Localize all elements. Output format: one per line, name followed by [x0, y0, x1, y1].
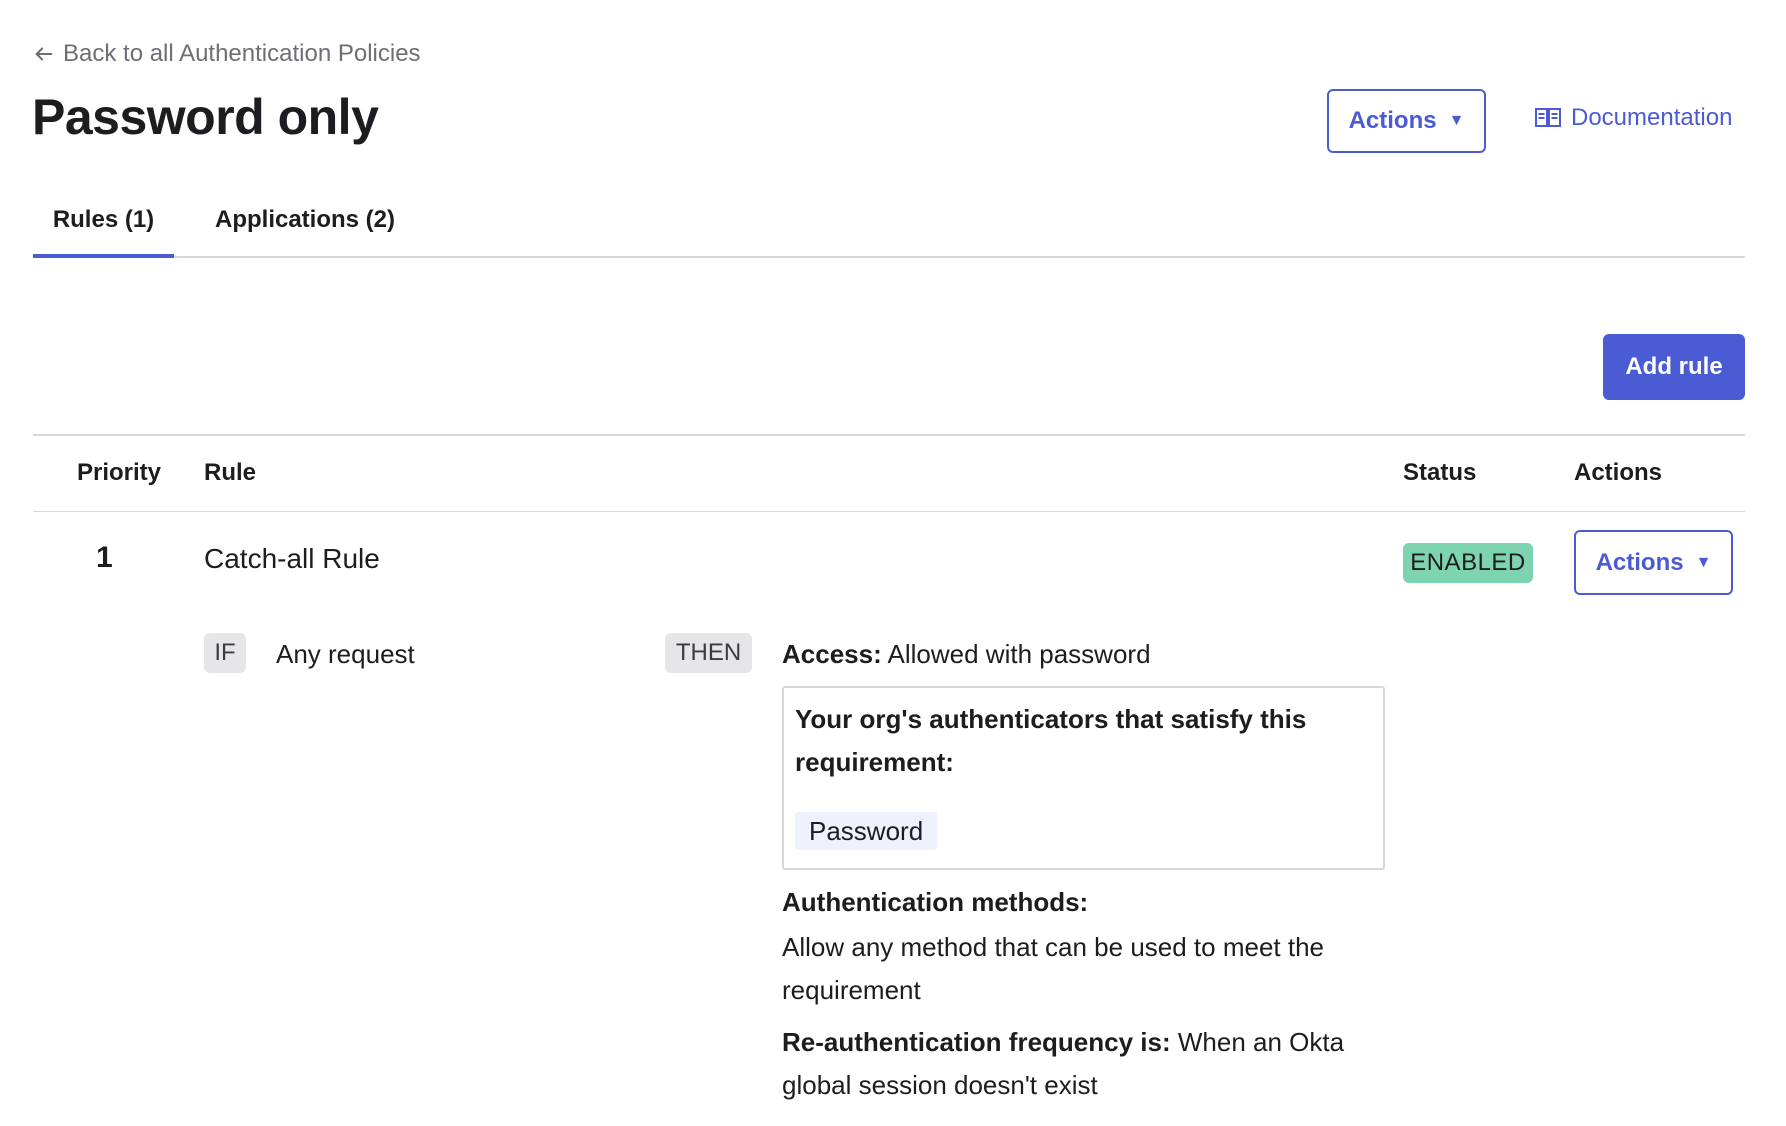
- back-link-label: Back to all Authentication Policies: [63, 40, 421, 67]
- column-header-status: Status: [1403, 459, 1477, 486]
- reauth-label: Re-authentication frequency is:: [782, 1027, 1171, 1057]
- book-icon: [1535, 108, 1561, 127]
- caret-down-icon: ▼: [1695, 553, 1712, 571]
- documentation-link[interactable]: Documentation: [1535, 104, 1732, 132]
- rule-actions-button[interactable]: Actions ▼: [1574, 530, 1733, 595]
- column-header-actions: Actions: [1574, 459, 1663, 486]
- rule-actions-label: Actions: [1595, 548, 1684, 576]
- reauth-line: Re-authentication frequency is: When an …: [782, 1021, 1382, 1107]
- policy-actions-label: Actions: [1348, 107, 1437, 134]
- methods-label: Authentication methods:: [782, 887, 1089, 917]
- policy-actions-button[interactable]: Actions ▼: [1327, 89, 1486, 153]
- page-title: Password only: [32, 89, 379, 145]
- then-pill: THEN: [665, 633, 752, 673]
- rule-priority: 1: [96, 541, 113, 574]
- add-rule-button[interactable]: Add rule: [1603, 334, 1745, 400]
- access-value: Allowed with password: [887, 639, 1151, 669]
- tab-bar: Rules (1) Applications (2): [33, 196, 1745, 258]
- access-line: Access: Allowed with password: [782, 639, 1151, 670]
- documentation-label: Documentation: [1571, 104, 1733, 131]
- caret-down-icon: ▼: [1448, 112, 1465, 129]
- table-header-divider: [33, 511, 1745, 512]
- if-pill: IF: [204, 633, 246, 673]
- column-header-rule: Rule: [204, 459, 257, 486]
- back-link[interactable]: Back to all Authentication Policies: [33, 40, 421, 68]
- tab-applications[interactable]: Applications (2): [215, 196, 395, 258]
- authenticators-title: Your org's authenticators that satisfy t…: [795, 704, 1307, 777]
- column-header-priority: Priority: [77, 459, 162, 486]
- rule-name: Catch-all Rule: [204, 543, 380, 574]
- methods-value: Allow any method that can be used to mee…: [782, 932, 1325, 1005]
- authenticators-box: Your org's authenticators that satisfy t…: [782, 686, 1385, 870]
- status-badge: ENABLED: [1403, 543, 1533, 583]
- table-top-divider: [33, 434, 1745, 436]
- arrow-left-icon: [35, 47, 53, 61]
- tab-rules[interactable]: Rules (1): [33, 196, 174, 258]
- condition-text: Any request: [276, 639, 415, 669]
- authenticator-chip: Password: [795, 812, 938, 850]
- access-label: Access:: [782, 639, 882, 669]
